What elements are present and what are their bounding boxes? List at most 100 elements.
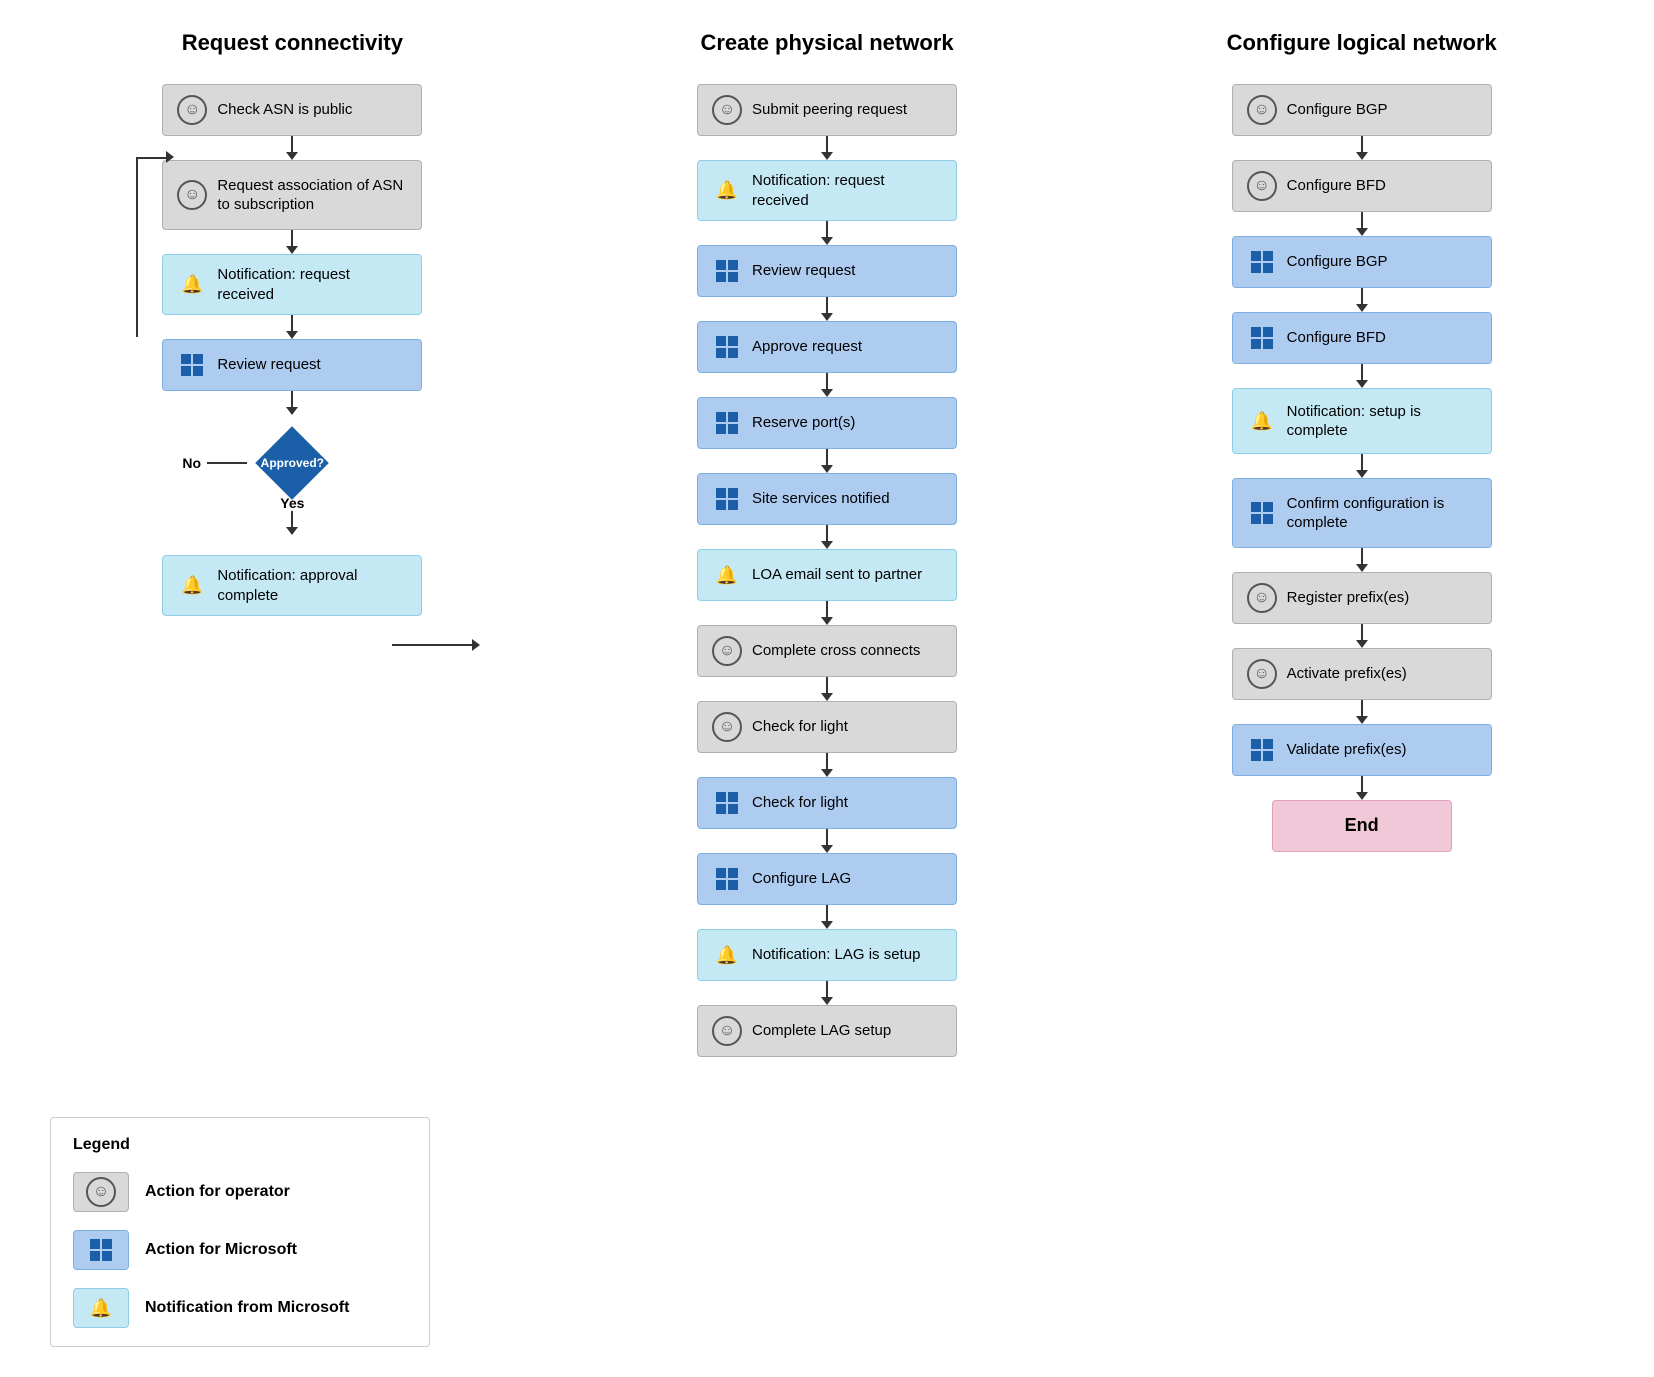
person-icon: ☺ — [712, 712, 742, 742]
arrow — [821, 525, 833, 549]
arrow — [1356, 288, 1368, 312]
c1n6-text: Notification: approval complete — [217, 566, 407, 605]
legend-title: Legend — [73, 1136, 407, 1154]
arrow — [1356, 454, 1368, 478]
legend-item-bell: 🔔 Notification from Microsoft — [73, 1288, 407, 1328]
c2n7-text: LOA email sent to partner — [752, 565, 922, 585]
column-3: Configure logical network ☺ Configure BG… — [1109, 30, 1614, 852]
windows-icon — [177, 350, 207, 380]
col2-title: Create physical network — [700, 30, 953, 56]
bell-icon: 🔔 — [1247, 406, 1277, 436]
c2n1-text: Submit peering request — [752, 100, 907, 120]
column-1: Request connectivity ☺ Check ASN is publ… — [40, 30, 545, 616]
c1n4: Review request — [162, 339, 422, 391]
c3n5: 🔔 Notification: setup is complete — [1232, 388, 1492, 454]
person-icon: ☺ — [177, 180, 207, 210]
diamond-label: Approved? — [261, 456, 324, 470]
c2n5-text: Reserve port(s) — [752, 413, 855, 433]
c2n5: Reserve port(s) — [697, 397, 957, 449]
c2n8: ☺ Complete cross connects — [697, 625, 957, 677]
person-icon: ☺ — [1247, 95, 1277, 125]
c3n2: ☺ Configure BFD — [1232, 160, 1492, 212]
arrow — [1356, 136, 1368, 160]
c3n9-text: Validate prefix(es) — [1287, 740, 1407, 760]
c3n10-text: End — [1345, 814, 1379, 837]
c3n6-text: Confirm configuration is complete — [1287, 494, 1477, 533]
arrow — [821, 601, 833, 625]
person-icon: ☺ — [177, 95, 207, 125]
arrow — [821, 297, 833, 321]
c2n6-text: Site services notified — [752, 489, 890, 509]
col1-title: Request connectivity — [182, 30, 403, 56]
c2n12: 🔔 Notification: LAG is setup — [697, 929, 957, 981]
c2n9: ☺ Check for light — [697, 701, 957, 753]
arrow — [1356, 776, 1368, 800]
c3n1-text: Configure BGP — [1287, 100, 1388, 120]
windows-icon — [1247, 735, 1277, 765]
c1n6: 🔔 Notification: approval complete — [162, 555, 422, 616]
legend-item-windows: Action for Microsoft — [73, 1230, 407, 1270]
c2n8-text: Complete cross connects — [752, 641, 920, 661]
c2n3-text: Review request — [752, 261, 855, 281]
c3n3: Configure BGP — [1232, 236, 1492, 288]
c2n1: ☺ Submit peering request — [697, 84, 957, 136]
c3n1: ☺ Configure BGP — [1232, 84, 1492, 136]
windows-icon — [712, 484, 742, 514]
arrow — [286, 230, 298, 254]
arrow — [821, 753, 833, 777]
c2n4-text: Approve request — [752, 337, 862, 357]
legend-person-label: Action for operator — [145, 1183, 290, 1201]
c3n7-text: Register prefix(es) — [1287, 588, 1410, 608]
c1n1-text: Check ASN is public — [217, 100, 352, 120]
person-icon: ☺ — [1247, 171, 1277, 201]
c3n6: Confirm configuration is complete — [1232, 478, 1492, 548]
arrow — [1356, 212, 1368, 236]
c1n3-text: Notification: request received — [217, 265, 407, 304]
person-icon: ☺ — [1247, 583, 1277, 613]
c2n4: Approve request — [697, 321, 957, 373]
c1n2-text: Request association of ASN to subscripti… — [217, 176, 407, 215]
c1n4-text: Review request — [217, 355, 320, 375]
person-icon: ☺ — [712, 95, 742, 125]
c3n2-text: Configure BFD — [1287, 176, 1386, 196]
legend-bell-node: 🔔 — [73, 1288, 129, 1328]
legend-windows-node — [73, 1230, 129, 1270]
arrow — [1356, 624, 1368, 648]
arrow — [821, 136, 833, 160]
c1-diamond-container: No Approved? Yes — [162, 423, 422, 503]
legend-person-node: ☺ — [73, 1172, 129, 1212]
windows-icon — [712, 864, 742, 894]
c2n13-text: Complete LAG setup — [752, 1021, 891, 1041]
legend-item-person: ☺ Action for operator — [73, 1172, 407, 1212]
bell-icon: 🔔 — [177, 571, 207, 601]
no-text: No — [182, 455, 201, 471]
col1-to-col2-arrow — [392, 644, 472, 646]
c2n6: Site services notified — [697, 473, 957, 525]
arrow — [1356, 364, 1368, 388]
c2n12-text: Notification: LAG is setup — [752, 945, 920, 965]
c1n1: ☺ Check ASN is public — [162, 84, 422, 136]
c3n7: ☺ Register prefix(es) — [1232, 572, 1492, 624]
windows-icon — [86, 1235, 116, 1265]
c3n9: Validate prefix(es) — [1232, 724, 1492, 776]
diamond-shape: Approved? — [266, 437, 318, 489]
c3n3-text: Configure BGP — [1287, 252, 1388, 272]
bell-icon: 🔔 — [712, 176, 742, 206]
arrow — [286, 391, 298, 415]
arrow — [821, 373, 833, 397]
windows-icon — [712, 408, 742, 438]
arrow — [821, 829, 833, 853]
col2-nodes: ☺ Submit peering request 🔔 Notification:… — [697, 84, 957, 1057]
c2n9-text: Check for light — [752, 717, 848, 737]
windows-icon — [1247, 323, 1277, 353]
windows-icon — [1247, 498, 1277, 528]
legend-windows-label: Action for Microsoft — [145, 1241, 297, 1259]
c2n2-text: Notification: request received — [752, 171, 942, 210]
c1n2: ☺ Request association of ASN to subscrip… — [162, 160, 422, 230]
windows-icon — [712, 788, 742, 818]
bell-icon: 🔔 — [177, 270, 207, 300]
c3n10: End — [1272, 800, 1452, 852]
column-2: Create physical network ☺ Submit peering… — [575, 30, 1080, 1057]
arrow — [1356, 548, 1368, 572]
c2n2: 🔔 Notification: request received — [697, 160, 957, 221]
